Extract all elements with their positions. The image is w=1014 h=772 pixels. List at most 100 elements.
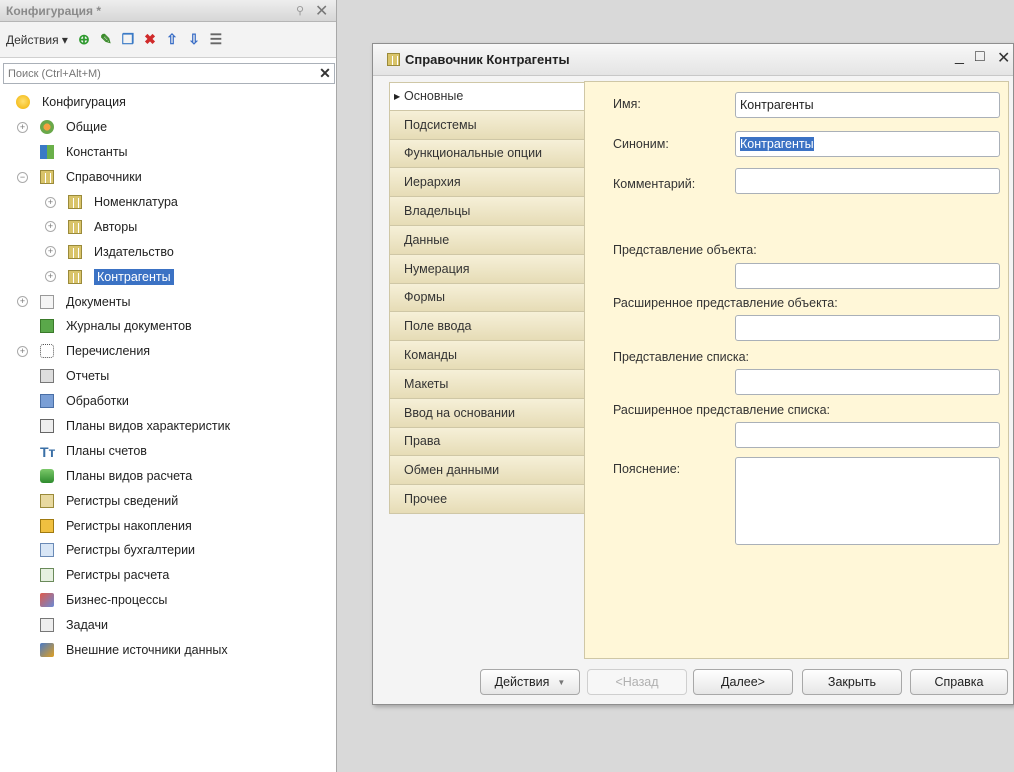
expand-icon[interactable]: + bbox=[45, 196, 56, 208]
tab-item[interactable]: Обмен данными bbox=[389, 456, 585, 486]
tree-item-label: Перечисления bbox=[66, 344, 151, 359]
tree-item[interactable]: + Контрагенты bbox=[0, 264, 336, 289]
tree-item[interactable]: + Документы bbox=[0, 289, 336, 314]
common-icon bbox=[40, 120, 54, 135]
tree-item[interactable]: + Общие bbox=[0, 115, 336, 140]
tree-item-label: Контрагенты bbox=[94, 268, 174, 285]
tab-item[interactable]: Макеты bbox=[389, 369, 585, 399]
tab-item[interactable]: Команды bbox=[389, 341, 585, 370]
back-button[interactable]: <Назад bbox=[587, 669, 687, 695]
tab-item[interactable]: Прочее bbox=[389, 485, 585, 514]
tab-item[interactable]: Права bbox=[389, 427, 585, 457]
tab-item[interactable]: Формы bbox=[389, 283, 585, 313]
tree-item-label: Внешние источники данных bbox=[66, 643, 228, 658]
tree-item[interactable]: Бизнес-процессы bbox=[0, 588, 336, 613]
tab-item[interactable]: Ввод на основании bbox=[389, 398, 585, 428]
tree-item-label: Отчеты bbox=[66, 369, 110, 384]
tree-item-label: Издательство bbox=[94, 244, 174, 259]
clear-search-icon[interactable]: ✕ bbox=[316, 65, 334, 82]
close-icon[interactable]: ✕ bbox=[315, 1, 328, 21]
dialog-tabs: ОсновныеПодсистемыФункциональные опцииИе… bbox=[389, 82, 585, 514]
name-field[interactable] bbox=[735, 92, 1000, 118]
document-icon bbox=[40, 294, 54, 309]
tab-item[interactable]: Владельцы bbox=[389, 197, 585, 226]
tree-item[interactable]: Конфигурация bbox=[0, 90, 336, 115]
close-dialog-icon[interactable]: ✕ bbox=[997, 48, 1010, 68]
tree-item[interactable]: Обработки bbox=[0, 389, 336, 414]
tab-item[interactable]: Функциональные опции bbox=[389, 139, 585, 169]
main-tab-content: Имя: Синоним: Контрагенты Комментарий: П… bbox=[584, 81, 1009, 659]
expand-icon[interactable]: + bbox=[45, 221, 56, 233]
tree-item[interactable]: Планы видов расчета bbox=[0, 463, 336, 488]
catalog-icon bbox=[68, 219, 82, 234]
report-icon bbox=[40, 369, 54, 384]
move-down-icon[interactable]: ⇩ bbox=[186, 31, 202, 48]
copy-icon[interactable]: ❐ bbox=[120, 31, 136, 48]
characteristic-types-icon bbox=[40, 419, 54, 434]
tree-item[interactable]: Планы видов характеристик bbox=[0, 414, 336, 439]
tree-item[interactable]: Константы bbox=[0, 140, 336, 165]
tree-item[interactable]: − Справочники bbox=[0, 165, 336, 190]
actions-menu-button[interactable]: Действия ▾ bbox=[6, 33, 68, 47]
expand-icon[interactable]: + bbox=[17, 121, 28, 133]
edit-icon[interactable]: ✎ bbox=[98, 31, 114, 48]
tree-item-label: Справочники bbox=[66, 170, 142, 185]
list-representation-field[interactable] bbox=[735, 369, 1000, 395]
tree-item[interactable]: + Номенклатура bbox=[0, 190, 336, 215]
tree-item[interactable]: Журналы документов bbox=[0, 314, 336, 339]
chart-of-accounts-icon: Тт bbox=[40, 443, 56, 460]
tree-item-label: Обработки bbox=[66, 394, 129, 409]
minimize-icon[interactable]: _ bbox=[955, 48, 964, 66]
dialog-button-bar: Действия ▼ <Назад Далее> Закрыть Справка bbox=[373, 669, 1014, 699]
tree-item[interactable]: Отчеты bbox=[0, 364, 336, 389]
tree-item[interactable]: + Авторы bbox=[0, 214, 336, 239]
tree-item[interactable]: Регистры сведений bbox=[0, 488, 336, 513]
chevron-down-icon: ▼ bbox=[557, 677, 566, 687]
explanation-field[interactable] bbox=[735, 457, 1000, 545]
extended-object-representation-label: Расширенное представление объекта: bbox=[613, 296, 838, 310]
tree-item[interactable]: + Перечисления bbox=[0, 339, 336, 364]
tab-item[interactable]: Основные bbox=[389, 82, 585, 111]
close-button[interactable]: Закрыть bbox=[802, 669, 902, 695]
add-icon[interactable]: ⊕ bbox=[76, 31, 92, 48]
tree-item[interactable]: Тт Планы счетов bbox=[0, 438, 336, 463]
expand-icon[interactable]: + bbox=[45, 271, 56, 283]
task-icon bbox=[40, 618, 54, 633]
expand-icon[interactable]: + bbox=[45, 246, 56, 258]
tree-item[interactable]: + Издательство bbox=[0, 239, 336, 264]
tab-item[interactable]: Нумерация bbox=[389, 254, 585, 284]
configuration-panel-title: Конфигурация * bbox=[6, 3, 102, 18]
tree-item-label: Планы видов характеристик bbox=[66, 419, 231, 434]
configuration-panel: Конфигурация * ⚲ ✕ Действия ▾ ⊕ ✎ ❐ ✖ ⇧ … bbox=[0, 0, 337, 772]
tree-item[interactable]: Регистры расчета bbox=[0, 563, 336, 588]
object-representation-field[interactable] bbox=[735, 263, 1000, 289]
tree-item[interactable]: Внешние источники данных bbox=[0, 638, 336, 663]
tab-item[interactable]: Иерархия bbox=[389, 168, 585, 198]
tree-item-label: Регистры расчета bbox=[66, 568, 170, 583]
extended-object-representation-field[interactable] bbox=[735, 315, 1000, 341]
tab-item[interactable]: Данные bbox=[389, 225, 585, 255]
comment-field[interactable] bbox=[735, 168, 1000, 194]
tree-item[interactable]: Регистры бухгалтерии bbox=[0, 538, 336, 563]
catalog-icon bbox=[68, 195, 82, 209]
synonym-field[interactable]: Контрагенты bbox=[735, 131, 1000, 157]
maximize-icon[interactable]: □ bbox=[975, 48, 985, 66]
move-up-icon[interactable]: ⇧ bbox=[164, 31, 180, 48]
delete-icon[interactable]: ✖ bbox=[142, 31, 158, 48]
extended-list-representation-field[interactable] bbox=[735, 422, 1000, 448]
expand-icon[interactable]: + bbox=[17, 345, 28, 357]
collapse-icon[interactable]: − bbox=[17, 171, 28, 183]
help-button[interactable]: Справка bbox=[910, 669, 1008, 695]
expand-icon[interactable]: + bbox=[17, 296, 28, 308]
list-icon[interactable]: ☰ bbox=[208, 31, 224, 48]
tab-item[interactable]: Поле ввода bbox=[389, 312, 585, 342]
search-input[interactable] bbox=[4, 64, 316, 83]
tree-item[interactable]: Задачи bbox=[0, 613, 336, 638]
next-button[interactable]: Далее> bbox=[693, 669, 793, 695]
tab-item[interactable]: Подсистемы bbox=[389, 110, 585, 140]
tree-item-label: Авторы bbox=[94, 219, 138, 234]
tree-item[interactable]: Регистры накопления bbox=[0, 513, 336, 538]
synonym-label: Синоним: bbox=[613, 137, 669, 151]
pin-icon[interactable]: ⚲ bbox=[296, 4, 304, 17]
actions-button[interactable]: Действия ▼ bbox=[480, 669, 580, 695]
